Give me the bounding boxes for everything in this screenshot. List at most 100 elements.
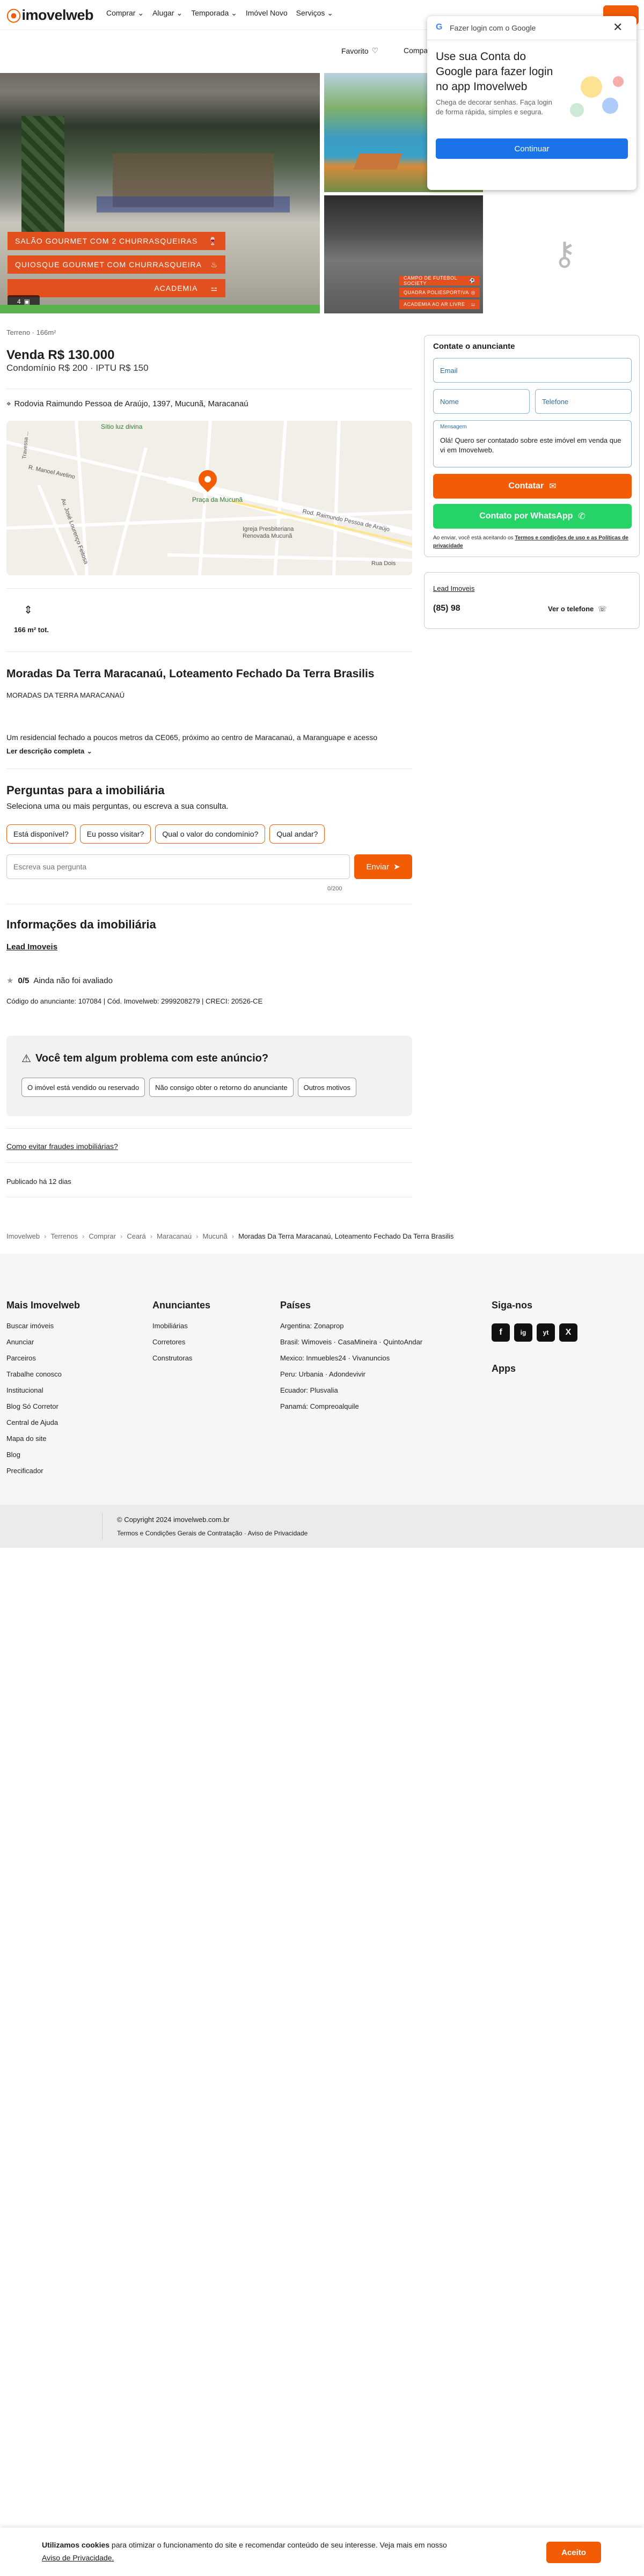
footer-link[interactable]: Precificador [6,1467,80,1475]
nav-imovel-novo[interactable]: Imóvel Novo [246,9,288,18]
keys-illustration-icon [565,65,629,125]
footer-link[interactable]: Argentina: Zonaprop [280,1322,422,1330]
chip-quiosque-gourmet: QUIOSQUE GOURMET COM CHURRASQUEIRA ♨ [8,255,225,274]
instagram-icon[interactable]: ig [514,1323,532,1342]
favorite-button[interactable]: Favorito ♡ [341,46,378,55]
footer-link[interactable]: Anunciar [6,1338,80,1346]
divider [102,1513,103,1539]
realtor-link[interactable]: Lead Imoveis [6,942,57,952]
chevron-right-icon: › [44,1232,47,1240]
footer-link[interactable]: Imobiliárias [152,1322,210,1330]
footer-link[interactable]: Blog [6,1451,80,1459]
footer-link[interactable]: Brasil: Wimoveis · CasaMineira · QuintoA… [280,1338,422,1346]
question-pill-condominio[interactable]: Qual o valor do condomínio? [155,824,266,844]
property-type: Terreno · 166m² [6,328,56,336]
divider [6,588,412,589]
report-no-response-button[interactable]: Não consigo obter o retorno do anunciant… [149,1078,294,1097]
name-field[interactable]: Nome [433,389,530,414]
accept-cookies-button[interactable]: Aceito [546,2542,601,2563]
star-icon: ★ [6,976,14,985]
facebook-icon[interactable]: f [492,1323,510,1342]
question-pill-disponivel[interactable]: Está disponível? [6,824,76,844]
footer-link[interactable]: Blog Só Corretor [6,1402,80,1410]
fraud-link[interactable]: Como evitar fraudes imobiliárias? [6,1142,118,1151]
footer-link[interactable]: Central de Ajuda [6,1418,80,1426]
copyright: © Copyright 2024 imovelweb.com.br [117,1516,230,1524]
nav-temporada[interactable]: Temporada ⌄ [191,9,237,18]
breadcrumb-current: Moradas Da Terra Maracanaú, Loteamento F… [238,1232,454,1240]
chevron-down-icon: ⌄ [86,747,93,755]
chip-salao-gourmet: SALÃO GOURMET COM 2 CHURRASQUEIRAS 🍷 [8,232,225,250]
report-sold-button[interactable]: O imóvel está vendido ou reservado [21,1078,145,1097]
contact-button[interactable]: Contatar ✉ [433,474,632,499]
map-marker-icon[interactable] [194,466,221,494]
footer-link[interactable]: Buscar imóveis [6,1322,80,1330]
read-more-link[interactable]: Ler descrição completa ⌄ [6,747,92,756]
apps-title: Apps [492,1363,516,1374]
send-question-button[interactable]: Enviar ➤ [354,854,412,879]
photo-gallery[interactable]: SALÃO GOURMET COM 2 CHURRASQUEIRAS 🍷 QUIO… [0,73,483,313]
question-pill-visitar[interactable]: Eu posso visitar? [79,824,151,844]
google-continue-button[interactable]: Continuar [436,138,628,159]
main-photo[interactable]: SALÃO GOURMET COM 2 CHURRASQUEIRAS 🍷 QUIO… [0,73,320,313]
footer-link[interactable]: Corretores [152,1338,210,1346]
map-label: Rua Dois [371,560,396,567]
agent-card: Lead Imoveis (85) 98 Ver o telefone ☏ [424,572,640,629]
social-icons: f ig yt X [492,1323,577,1342]
heart-icon: ♡ [371,46,379,55]
popup-title: Use sua Conta do Google para fazer login… [436,50,553,93]
map-label: Praça da Mucunã [192,496,243,503]
breadcrumb-item[interactable]: Comprar [89,1232,116,1240]
breadcrumb-item[interactable]: Terrenos [50,1232,78,1240]
privacy-link[interactable]: Aviso de Privacidade. [42,2553,114,2562]
breadcrumb-item[interactable]: Mucunã [202,1232,227,1240]
chevron-down-icon: ⌄ [137,9,144,17]
youtube-icon[interactable]: yt [537,1323,555,1342]
chip-academia-ar-livre: ACADEMIA AO AR LIVRE ⚍ [399,299,480,309]
legal-links[interactable]: Termos e Condições Gerais de Contratação… [117,1529,308,1537]
chip-quadra: QUADRA POLIESPORTIVA ◎ [399,288,480,297]
report-other-button[interactable]: Outros motivos [297,1078,356,1097]
nav-servicos[interactable]: Serviços ⌄ [296,9,333,18]
location-pin-icon: ⌖ [6,399,11,408]
divider [6,1162,412,1163]
question-input[interactable] [6,854,350,879]
location-map[interactable]: Sítio luz divina R. Manoel Avelino Praça… [6,421,412,575]
imovelweb-logo[interactable]: ⦿ imovelweb [6,5,94,25]
realtor-rating: ★ 0/5 Ainda não foi avaliado [6,976,113,986]
nav-comprar[interactable]: Comprar ⌄ [106,9,144,18]
message-field[interactable]: Mensagem Olá! Quero ser contatado sobre … [433,420,632,467]
footer-link[interactable]: Mexico: Inmuebles24 · Vivanuncios [280,1354,422,1362]
report-problem-box: ⚠ Você tem algum problema com este anúnci… [6,1036,412,1116]
breadcrumb-item[interactable]: Maracanaú [157,1232,192,1240]
footer-link[interactable]: Institucional [6,1386,80,1394]
map-label: Sítio luz divina [101,423,143,430]
dumbbell-icon: ⚍ [210,283,218,292]
footer-link[interactable]: Construtoras [152,1354,210,1362]
footer-link[interactable]: Mapa do site [6,1435,80,1443]
gym-photo[interactable]: CAMPO DE FUTEBOL SOCIETY ⚽ QUADRA POLIESP… [324,195,483,313]
footer-col-paises: Países Argentina: Zonaprop Brasil: Wimov… [280,1300,423,1410]
footer-link[interactable]: Ecuador: Plusvalia [280,1386,422,1394]
breadcrumb-item[interactable]: Ceará [127,1232,145,1240]
footer-link[interactable]: Panamá: Compreoalquile [280,1402,422,1410]
nav-alugar[interactable]: Alugar ⌄ [152,9,182,18]
phone-field[interactable]: Telefone [535,389,632,414]
question-pill-andar[interactable]: Qual andar? [269,824,325,844]
share-button[interactable]: Compa [404,46,428,55]
footer-link[interactable]: Parceiros [6,1354,80,1362]
footer-col-anunciantes: Anunciantes Imobiliárias Corretores Cons… [152,1300,211,1362]
whatsapp-button[interactable]: Contato por WhatsApp ✆ [433,504,632,529]
address[interactable]: ⌖ Rodovia Raimundo Pessoa de Araújo, 1397… [6,399,248,408]
see-phone-button[interactable]: Ver o telefone ☏ [548,605,607,613]
breadcrumb-item[interactable]: Imovelweb [6,1232,40,1240]
footer-link[interactable]: Trabalhe conosco [6,1370,80,1378]
email-field[interactable]: Email [433,358,632,383]
footer: Mais Imovelweb Buscar imóveis Anunciar P… [0,1254,644,1548]
breadcrumb: Imovelweb › Terrenos › Comprar › Ceará › Mar… [6,1232,453,1240]
close-icon[interactable]: ✕ [613,20,623,34]
x-twitter-icon[interactable]: X [559,1323,577,1342]
agent-link[interactable]: Lead Imoveis [433,584,474,592]
agent-phone: (85) 98 [433,604,460,613]
footer-link[interactable]: Peru: Urbania · Adondevivir [280,1370,422,1378]
